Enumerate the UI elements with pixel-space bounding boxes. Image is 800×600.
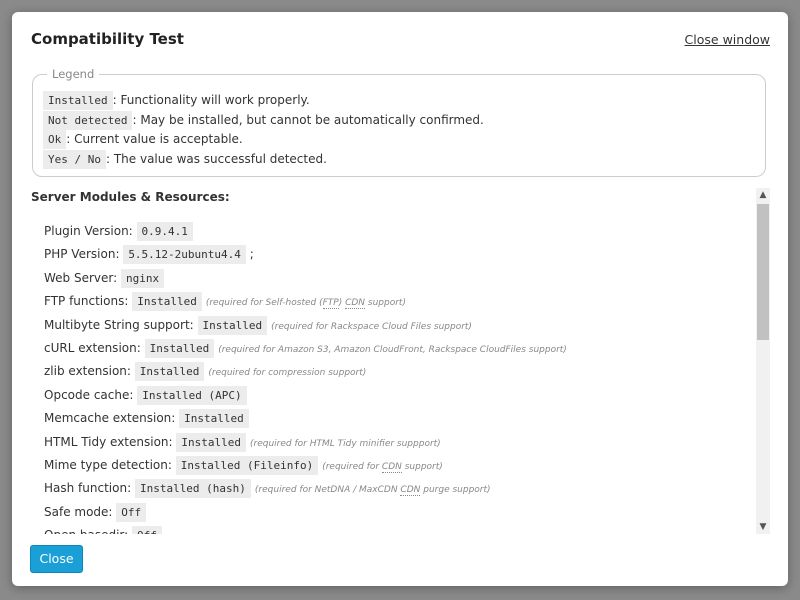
item-label: Opcode cache:: [44, 387, 134, 402]
item-label: Memcache extension:: [44, 411, 176, 426]
item-note: (required for Amazon S3, Amazon CloudFro…: [218, 345, 567, 355]
item-suffix: ;: [249, 247, 254, 262]
legend-title: Legend: [52, 67, 95, 81]
item-value: Installed: [134, 362, 205, 382]
list-item: Opcode cache: Installed (APC): [44, 384, 567, 407]
abbreviation: CDN: [400, 485, 421, 497]
item-value: Installed: [176, 432, 247, 452]
note-text: (required for compression support): [208, 368, 367, 379]
item-note: (required for CDN support): [322, 461, 443, 473]
note-text: (required for Self-hosted (: [205, 298, 323, 309]
item-label: zlib extension:: [44, 364, 131, 379]
item-label: Open basedir:: [44, 528, 128, 534]
item-value: Installed (Fileinfo): [175, 455, 319, 475]
legend-row: Installed: Functionality will work prope…: [43, 91, 753, 111]
legend-description: : Current value is acceptable.: [66, 132, 243, 146]
chevron-down-icon[interactable]: ▼: [756, 520, 770, 534]
item-value: 5.5.12-2ubuntu4.4: [123, 245, 246, 265]
note-text: (required for NetDNA / MaxCDN: [254, 485, 401, 496]
item-note: (required for HTML Tidy minifier supppor…: [250, 439, 441, 449]
section-title: Server Modules & Resources:: [31, 190, 230, 204]
item-label: Mime type detection:: [44, 457, 172, 472]
list-item: Hash function: Installed (hash) (required…: [44, 477, 567, 500]
item-note: (required for NetDNA / MaxCDN CDN purge …: [254, 485, 491, 497]
item-label: Plugin Version:: [44, 224, 133, 238]
item-value: Installed: [197, 315, 268, 335]
legend-code: Installed: [43, 91, 113, 110]
list-item: PHP Version: 5.5.12-2ubuntu4.4 ;: [44, 243, 567, 266]
note-text: purge support): [420, 485, 491, 496]
list-item: Memcache extension: Installed: [44, 407, 567, 430]
legend-description: : The value was successful detected.: [105, 151, 327, 166]
legend-row: Not detected: May be installed, but cann…: [43, 110, 753, 131]
item-label: Hash function:: [44, 481, 132, 496]
item-value: Installed: [144, 338, 215, 358]
server-modules-section[interactable]: Server Modules & Resources: Plugin Versi…: [12, 184, 756, 534]
note-text: (required for HTML Tidy minifier supppor…: [250, 438, 441, 449]
item-note: (required for compression support): [208, 368, 366, 378]
list-item: Plugin Version: 0.9.4.1: [44, 220, 567, 243]
scrollbar[interactable]: ▲ ▼: [756, 188, 770, 534]
item-label: FTP functions:: [44, 294, 129, 309]
note-text: (required for: [322, 461, 382, 472]
list-item: Open basedir: Off: [44, 524, 567, 534]
scrollbar-thumb[interactable]: [757, 204, 769, 340]
item-note: (required for Self-hosted (FTP) CDN supp…: [205, 298, 406, 310]
note-text: support): [401, 461, 443, 472]
legend-box: Legend Installed: Functionality will wor…: [32, 67, 766, 177]
dialog-title: Compatibility Test: [31, 30, 184, 48]
close-button[interactable]: Close: [30, 545, 83, 573]
list-item: cURL extension: Installed (required for A…: [44, 337, 567, 360]
list-item: Safe mode: Off: [44, 501, 567, 524]
list-item: Mime type detection: Installed (Fileinfo…: [44, 454, 567, 477]
note-text: support): [365, 298, 406, 309]
item-value: Installed (hash): [134, 479, 251, 499]
item-label: Web Server:: [44, 270, 118, 285]
legend-code: Yes / No: [43, 149, 106, 169]
list-item: FTP functions: Installed (required for Se…: [44, 290, 567, 313]
legend-code: Ok: [43, 130, 67, 149]
item-label: Multibyte String support:: [44, 317, 194, 332]
close-window-link[interactable]: Close window: [685, 32, 770, 47]
abbreviation: FTP: [322, 298, 339, 310]
item-value: Installed: [179, 409, 249, 429]
item-value: nginx: [121, 268, 165, 288]
item-value: Installed: [132, 292, 202, 312]
item-value: 0.9.4.1: [136, 222, 193, 241]
legend-row: Ok: Current value is acceptable.: [43, 130, 753, 150]
item-value: Installed (APC): [137, 385, 247, 405]
legend-description: : Functionality will work properly.: [112, 93, 310, 107]
item-value: Off: [132, 526, 162, 534]
legend-description: : May be installed, but cannot be automa…: [132, 112, 484, 127]
abbreviation: CDN: [381, 461, 402, 473]
item-value: Off: [116, 502, 147, 522]
abbreviation: CDN: [345, 298, 366, 310]
item-label: cURL extension:: [44, 340, 141, 355]
compatibility-dialog: Compatibility Test Close window Legend I…: [12, 12, 788, 586]
item-label: HTML Tidy extension:: [44, 434, 173, 449]
list-item: Multibyte String support: Installed (requ…: [44, 314, 567, 337]
legend-code: Not detected: [43, 110, 133, 130]
note-text: (required for Rackspace Cloud Files supp…: [271, 321, 472, 332]
list-item: Web Server: nginx: [44, 267, 567, 290]
list-item: HTML Tidy extension: Installed (required …: [44, 431, 567, 454]
list-item: zlib extension: Installed (required for c…: [44, 360, 567, 383]
item-label: Safe mode:: [44, 504, 113, 519]
item-label: PHP Version:: [44, 247, 120, 262]
legend-row: Yes / No: The value was successful detec…: [43, 149, 753, 170]
item-note: (required for Rackspace Cloud Files supp…: [271, 322, 472, 332]
note-text: (required for Amazon S3, Amazon CloudFro…: [218, 344, 567, 355]
chevron-up-icon[interactable]: ▲: [756, 188, 770, 202]
